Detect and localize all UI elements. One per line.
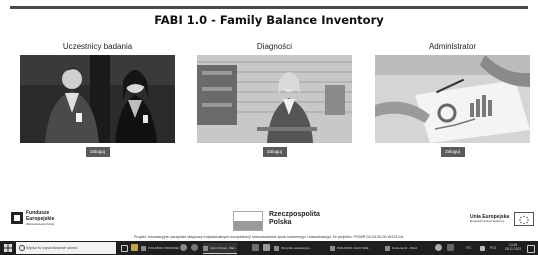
- card-title: Uczestnicy badania: [62, 42, 133, 51]
- app-label: Wszystko edukacyjne...: [281, 246, 313, 250]
- app-label: POKAŻNIK WIDZIANE: [148, 246, 179, 250]
- diagnosticians-login-button[interactable]: Zaloguj: [262, 147, 287, 157]
- network-icon[interactable]: [480, 246, 485, 251]
- title-bar-line: [10, 6, 528, 9]
- explorer-icon[interactable]: [263, 244, 270, 251]
- taskbar-app[interactable]: Dokument1 - Word: [385, 243, 417, 253]
- app-icon: [330, 245, 335, 251]
- rp-line1: Rzeczpospolita: [269, 211, 320, 218]
- app-label: Dokument1 - Word: [392, 246, 418, 250]
- app-label: Admin Panel - Bac...: [210, 246, 238, 250]
- pen-icon[interactable]: [447, 244, 454, 251]
- app-icon: [385, 245, 390, 251]
- card-title: Diagności: [256, 42, 293, 51]
- chrome-icon[interactable]: [180, 244, 187, 251]
- ue-small: Europejski Fundusz Społeczny: [470, 220, 505, 223]
- app-icon: [141, 245, 146, 251]
- clock[interactable]: 13:49 05.11.2021: [505, 243, 521, 251]
- word-icon[interactable]: [252, 244, 259, 251]
- taskbar-app[interactable]: Wszystko edukacyjne...: [274, 243, 312, 253]
- administrator-login-button[interactable]: Zaloguj: [440, 147, 465, 157]
- eu-flag-icon: [514, 212, 534, 226]
- fe-small: Wiedza Edukacja Rozwój: [26, 223, 55, 226]
- european-union-logo: Unia Europejska Europejski Fundusz Społe…: [470, 210, 534, 230]
- diagnosticians-photo: [197, 55, 352, 143]
- clock-date: 05.11.2021: [505, 247, 522, 251]
- taskbar-app[interactable]: Admin Panel - Bac...: [203, 243, 238, 254]
- search-placeholder: Wpisz tu wyszukiwane słowo: [26, 245, 78, 250]
- card-title: Administrator: [428, 42, 477, 51]
- language-indicator[interactable]: POL: [490, 246, 497, 250]
- administrator-photo: [375, 55, 530, 143]
- file-explorer-icon[interactable]: [131, 244, 138, 251]
- rzeczpospolita-logo: Rzeczpospolita Polska: [233, 209, 353, 233]
- participants-login-button[interactable]: Zaloguj: [85, 147, 110, 157]
- windows-start-icon[interactable]: [4, 244, 12, 252]
- app-circle-icon[interactable]: [435, 244, 442, 251]
- page-title: FABI 1.0 - Family Balance Inventory: [154, 13, 384, 27]
- settings-icon[interactable]: [191, 244, 198, 251]
- card-administrator: Administrator Zaloguj: [375, 42, 530, 157]
- taskbar: Wpisz tu wyszukiwane słowo POKAŻNIK WIDZ…: [0, 241, 538, 255]
- search-icon: [19, 245, 25, 251]
- card-participants: Uczestnicy badania Zaloguj: [20, 42, 175, 157]
- project-note: Projekt: Innowacyjne narzędzie diagnozy …: [133, 235, 405, 239]
- task-view-icon[interactable]: [121, 245, 128, 252]
- european-funds-icon: [11, 212, 23, 224]
- card-diagnosticians: Diagności Zaloguj: [197, 42, 352, 157]
- app-label: POKAŻNIK CAŁKI WIE...: [337, 246, 371, 250]
- weather-temperature[interactable]: 9°C: [466, 246, 472, 250]
- app-icon: [274, 245, 279, 251]
- taskbar-search-input[interactable]: Wpisz tu wyszukiwane słowo: [16, 242, 116, 254]
- poland-flag-icon: [233, 211, 263, 231]
- fe-line2: Europejskie: [26, 215, 55, 222]
- taskbar-app[interactable]: POKAŻNIK WIDZIANE: [141, 243, 179, 253]
- taskbar-app[interactable]: POKAŻNIK CAŁKI WIE...: [330, 243, 371, 253]
- app-icon: [203, 245, 208, 251]
- rp-line2: Polska: [269, 219, 292, 226]
- european-funds-logo: Fundusze Europejskie Wiedza Edukacja Roz…: [10, 209, 70, 231]
- notifications-icon[interactable]: [527, 245, 535, 253]
- participants-photo: [20, 55, 175, 143]
